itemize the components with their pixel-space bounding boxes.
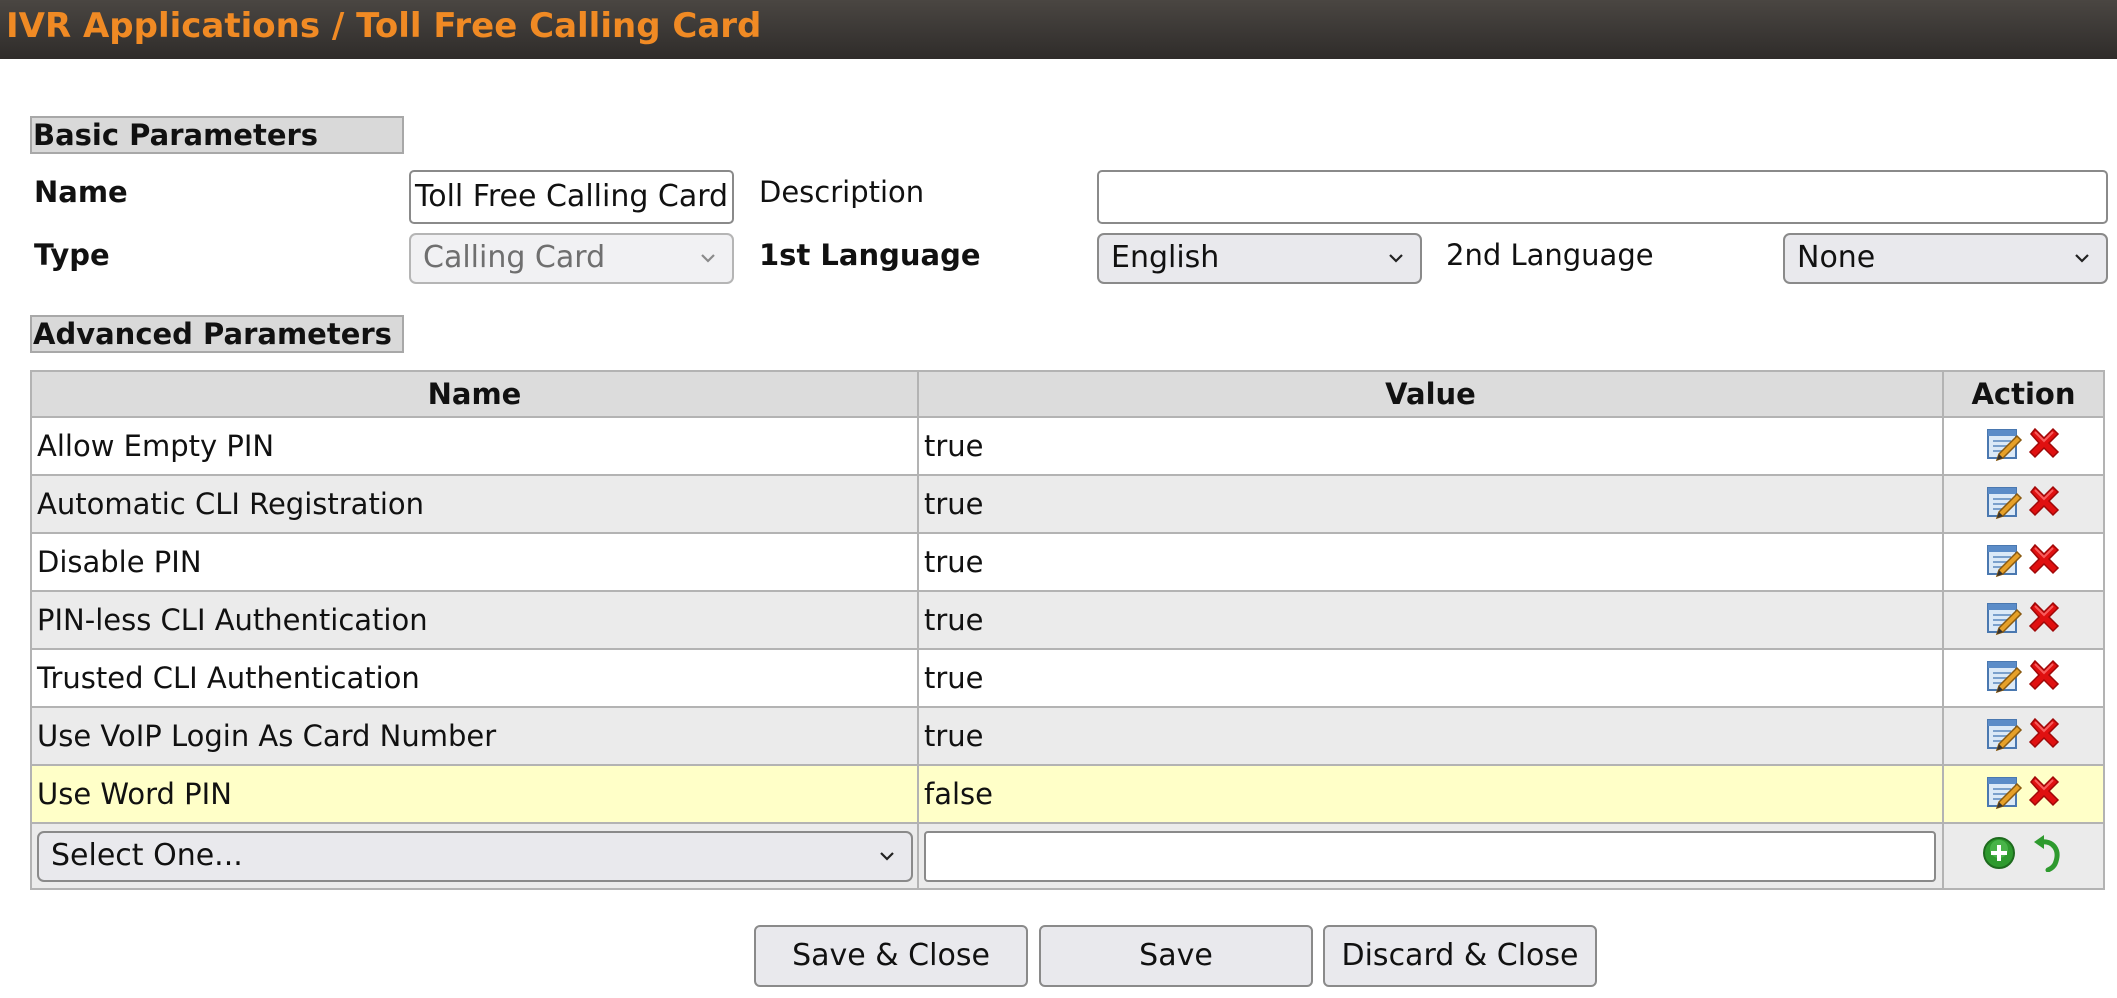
save-button[interactable]: Save	[1039, 925, 1313, 987]
type-select: Calling Card	[409, 233, 734, 284]
chevron-down-icon	[1389, 254, 1403, 263]
row-actions	[1942, 416, 2105, 476]
lang1-select[interactable]: English	[1097, 233, 1422, 284]
column-header-value: Value	[917, 370, 1944, 418]
delete-icon[interactable]	[2025, 540, 2063, 585]
parameter-name: Disable PIN	[30, 532, 919, 592]
chevron-down-icon	[2075, 254, 2089, 263]
name-input[interactable]: Toll Free Calling Card	[409, 170, 734, 224]
row-actions	[1942, 648, 2105, 708]
new-parameter-select-value: Select One...	[51, 837, 243, 873]
parameter-value: true	[917, 706, 1944, 766]
advanced-parameters-table: Name Value Action Allow Empty PIN true Aut…	[30, 370, 2105, 890]
row-actions	[1942, 474, 2105, 534]
header-bar: IVR Applications / Toll Free Calling Car…	[0, 0, 2117, 59]
edit-icon[interactable]	[1985, 540, 2023, 585]
chevron-down-icon	[701, 254, 715, 263]
edit-icon[interactable]	[1985, 656, 2023, 701]
parameter-name: Trusted CLI Authentication	[30, 648, 919, 708]
lang1-label: 1st Language	[759, 238, 981, 272]
parameter-value: true	[917, 590, 1944, 650]
table-row: Use Word PIN false	[30, 764, 2105, 824]
save-close-button[interactable]: Save & Close	[754, 925, 1028, 987]
new-parameter-actions	[1942, 822, 2105, 890]
parameter-name: Use VoIP Login As Card Number	[30, 706, 919, 766]
name-label: Name	[34, 175, 128, 209]
edit-icon[interactable]	[1985, 772, 2023, 817]
column-header-action: Action	[1942, 370, 2105, 418]
new-parameter-value-input[interactable]	[924, 830, 1936, 882]
parameter-name: Allow Empty PIN	[30, 416, 919, 476]
parameter-value: false	[917, 764, 1944, 824]
row-actions	[1942, 590, 2105, 650]
row-actions	[1942, 764, 2105, 824]
parameter-value: true	[917, 648, 1944, 708]
page-title: IVR Applications / Toll Free Calling Car…	[6, 6, 762, 46]
table-row: Allow Empty PIN true	[30, 416, 2105, 476]
lang2-label: 2nd Language	[1446, 238, 1654, 272]
parameter-name: Automatic CLI Registration	[30, 474, 919, 534]
description-input[interactable]	[1097, 170, 2108, 224]
type-label: Type	[34, 238, 110, 272]
delete-icon[interactable]	[2025, 424, 2063, 469]
delete-icon[interactable]	[2025, 772, 2063, 817]
lang2-select-value: None	[1797, 240, 1876, 275]
lang2-select[interactable]: None	[1783, 233, 2108, 284]
discard-close-button[interactable]: Discard & Close	[1323, 925, 1597, 987]
parameter-name: Use Word PIN	[30, 764, 919, 824]
row-actions	[1942, 706, 2105, 766]
edit-icon[interactable]	[1985, 598, 2023, 643]
chevron-down-icon	[880, 851, 894, 861]
table-row: Automatic CLI Registration true	[30, 474, 2105, 534]
table-row: Disable PIN true	[30, 532, 2105, 592]
row-actions	[1942, 532, 2105, 592]
edit-icon[interactable]	[1985, 482, 2023, 527]
table-row: PIN-less CLI Authentication true	[30, 590, 2105, 650]
delete-icon[interactable]	[2025, 598, 2063, 643]
description-label: Description	[759, 175, 925, 209]
type-select-value: Calling Card	[423, 240, 606, 275]
delete-icon[interactable]	[2025, 656, 2063, 701]
lang1-select-value: English	[1111, 240, 1220, 275]
new-parameter-row: Select One...	[30, 822, 2105, 890]
parameter-value: true	[917, 416, 1944, 476]
edit-icon[interactable]	[1985, 714, 2023, 759]
basic-parameters-label: Basic Parameters	[30, 116, 404, 154]
parameter-name: PIN-less CLI Authentication	[30, 590, 919, 650]
table-row: Trusted CLI Authentication true	[30, 648, 2105, 708]
table-row: Use VoIP Login As Card Number true	[30, 706, 2105, 766]
parameter-value: true	[917, 474, 1944, 534]
form-buttons: Save & Close Save Discard & Close	[0, 925, 2117, 987]
new-parameter-select[interactable]: Select One...	[37, 830, 913, 882]
parameter-value: true	[917, 532, 1944, 592]
undo-icon[interactable]	[2031, 834, 2065, 879]
add-icon[interactable]	[1982, 836, 2016, 877]
edit-icon[interactable]	[1985, 424, 2023, 469]
delete-icon[interactable]	[2025, 482, 2063, 527]
delete-icon[interactable]	[2025, 714, 2063, 759]
advanced-parameters-label: Advanced Parameters	[30, 315, 404, 353]
column-header-name: Name	[30, 370, 919, 418]
